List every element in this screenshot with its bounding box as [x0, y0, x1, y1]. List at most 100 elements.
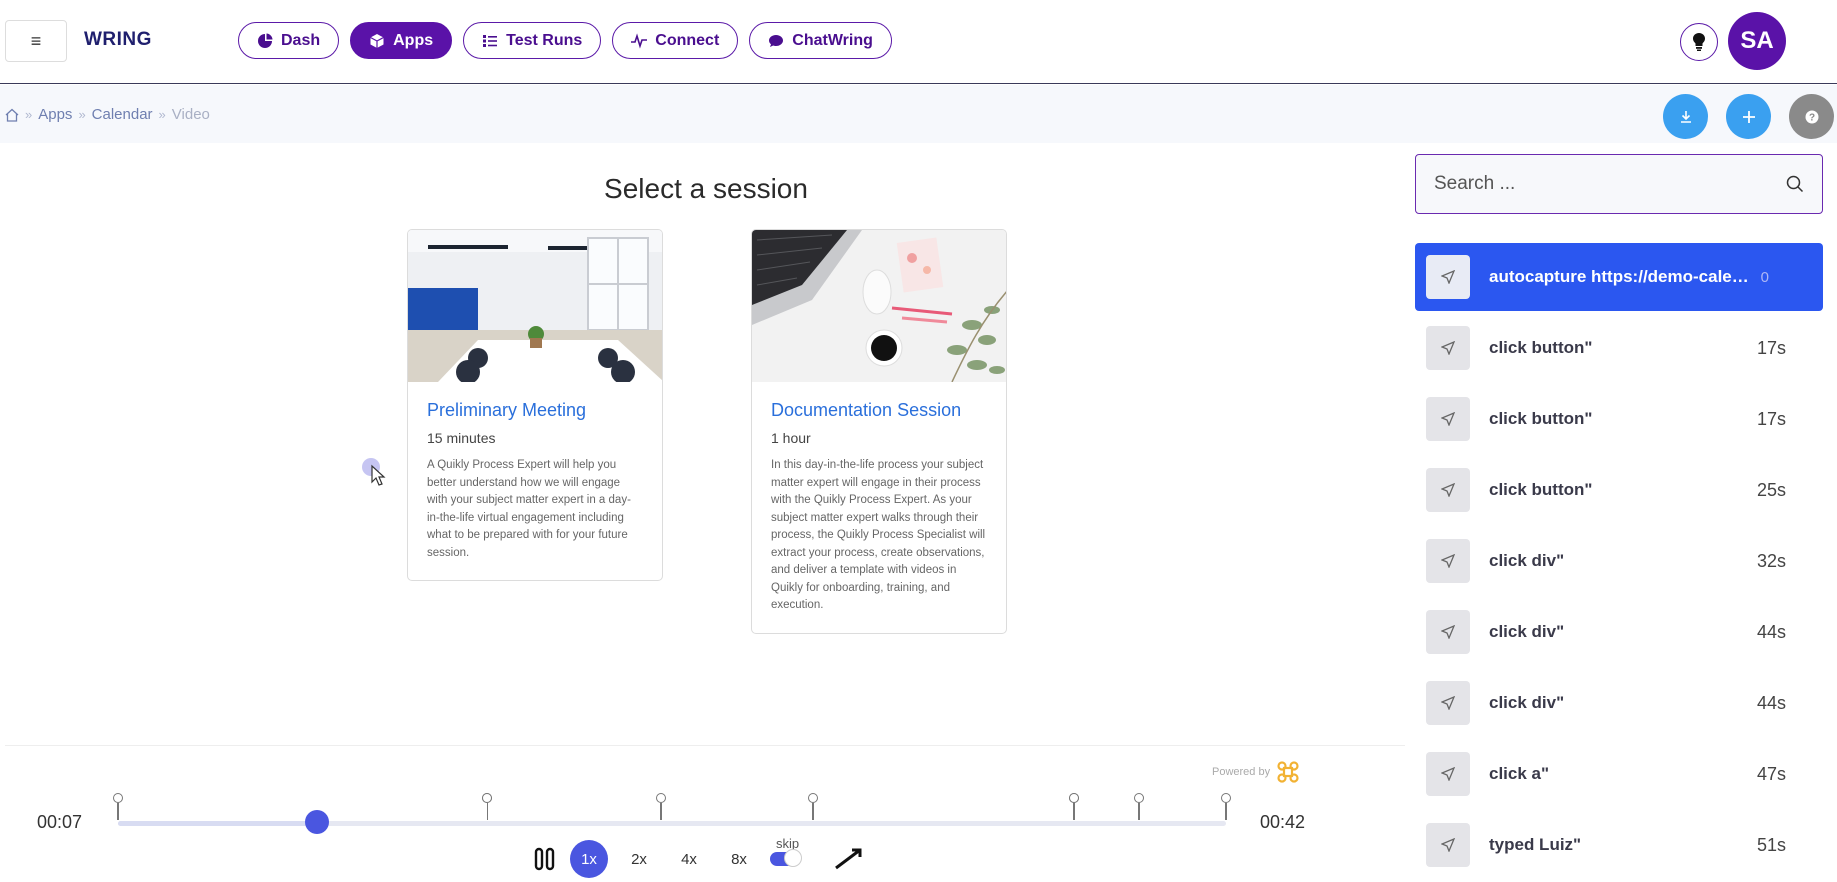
- event-label: click button": [1489, 338, 1593, 357]
- nav-label: Test Runs: [506, 31, 583, 49]
- timeline-progress: [118, 821, 318, 826]
- event-label: click div": [1489, 622, 1565, 641]
- nav-chatwring[interactable]: ChatWring: [749, 22, 892, 59]
- event-marker[interactable]: [113, 793, 123, 821]
- navigation-arrow-icon: [1426, 539, 1470, 583]
- recorded-cursor-icon: [362, 458, 392, 493]
- event-label: click div": [1489, 551, 1565, 570]
- event-item[interactable]: autocapture https://demo-calendar.wring.…: [1415, 243, 1823, 311]
- search-icon[interactable]: [1786, 175, 1804, 193]
- help-button[interactable]: ?: [1789, 94, 1834, 139]
- breadcrumb-calendar[interactable]: Calendar: [92, 106, 153, 123]
- powered-by: Powered by: [1212, 760, 1300, 784]
- breadcrumb-separator-icon: »: [25, 107, 33, 122]
- event-time: 44s: [1756, 621, 1786, 642]
- breadcrumb-video: Video: [171, 106, 210, 123]
- session-card-documentation[interactable]: Documentation Session 1 hour In this day…: [751, 229, 1007, 634]
- session-view: Select a session Preliminary Meeting 15 …: [5, 143, 1405, 866]
- lightbulb-icon: [1693, 33, 1705, 51]
- chat-bubble-icon: [769, 34, 784, 47]
- powered-by-label: Powered by: [1212, 766, 1271, 778]
- card-duration: 15 minutes: [427, 430, 496, 446]
- home-icon[interactable]: [5, 108, 19, 122]
- event-marker[interactable]: [808, 793, 819, 821]
- event-item[interactable]: click button" 17s: [1415, 314, 1823, 382]
- navigation-arrow-icon: [1426, 255, 1470, 299]
- event-time: 17s: [1756, 408, 1786, 429]
- brand-name[interactable]: WRING: [84, 29, 152, 51]
- nav-test-runs[interactable]: Test Runs: [463, 22, 602, 59]
- event-marker[interactable]: [1068, 793, 1079, 821]
- menu-toggle-button[interactable]: ≡: [5, 20, 67, 62]
- nav-label: ChatWring: [792, 31, 873, 49]
- breadcrumb-separator-icon: »: [78, 107, 86, 122]
- event-item[interactable]: click button" 17s: [1415, 385, 1823, 453]
- navigation-arrow-icon: [1426, 326, 1470, 370]
- event-label: click a": [1489, 764, 1550, 783]
- event-marker[interactable]: [656, 793, 667, 821]
- event-time: 44s: [1756, 692, 1786, 713]
- playback-controls: 1x 2x 4x 8x skip: [532, 836, 866, 878]
- tips-button[interactable]: [1680, 23, 1718, 61]
- event-marker[interactable]: [1221, 793, 1231, 821]
- card-description: In this day-in-the-life process your sub…: [771, 459, 986, 611]
- event-marker[interactable]: [1134, 793, 1145, 821]
- event-marker[interactable]: [482, 793, 493, 821]
- card-title[interactable]: Documentation Session: [771, 400, 987, 421]
- speed-2x[interactable]: 2x: [620, 840, 658, 878]
- search-input[interactable]: [1434, 173, 1786, 195]
- navigation-arrow-icon: [1426, 397, 1470, 441]
- session-card-preliminary[interactable]: Preliminary Meeting 15 minutes A Quikly …: [407, 229, 663, 581]
- skip-toggle[interactable]: [770, 849, 802, 867]
- nav-dash[interactable]: Dash: [238, 22, 340, 59]
- event-label: autocapture https://demo-calendar.wring.…: [1489, 267, 1755, 286]
- event-time: 25s: [1756, 479, 1786, 500]
- pause-icon[interactable]: [532, 846, 558, 872]
- event-item[interactable]: typed Luiz" 51s: [1415, 811, 1823, 879]
- event-item[interactable]: click button" 25s: [1415, 456, 1823, 524]
- speed-4x[interactable]: 4x: [670, 840, 708, 878]
- event-item[interactable]: click div" 44s: [1415, 669, 1823, 737]
- timeline-track[interactable]: [118, 821, 1226, 826]
- command-logo-icon: [1277, 761, 1299, 783]
- navigation-arrow-icon: [1426, 752, 1470, 796]
- event-label: click button": [1489, 409, 1593, 428]
- fullscreen-icon[interactable]: [830, 846, 866, 872]
- card-description: A Quikly Process Expert will help you be…: [427, 459, 631, 559]
- speed-1x[interactable]: 1x: [570, 840, 608, 878]
- desk-laptop-image: [752, 230, 1006, 382]
- player-divider: [5, 745, 1405, 746]
- download-icon: [1680, 110, 1691, 123]
- total-time: 00:42: [1260, 812, 1306, 832]
- user-avatar[interactable]: SA: [1728, 12, 1786, 70]
- nav-connect[interactable]: Connect: [612, 22, 739, 59]
- top-navbar: ≡ WRING Dash Apps Test Runs Connect Chat…: [0, 0, 1837, 84]
- event-item[interactable]: click div" 44s: [1415, 598, 1823, 666]
- event-label: typed Luiz": [1489, 835, 1582, 854]
- current-time: 00:07: [37, 812, 83, 832]
- event-time: 32s: [1756, 550, 1786, 571]
- add-button[interactable]: [1726, 94, 1771, 139]
- breadcrumb-apps[interactable]: Apps: [38, 106, 72, 123]
- hamburger-icon: ≡: [30, 30, 42, 51]
- navigation-arrow-icon: [1426, 681, 1470, 725]
- event-search: [1415, 154, 1823, 214]
- download-button[interactable]: [1663, 94, 1708, 139]
- page-title: Select a session: [604, 173, 808, 204]
- event-time: 0: [1760, 268, 1769, 286]
- skip-toggle-group: skip: [770, 836, 802, 867]
- event-time: 17s: [1756, 337, 1786, 358]
- navigation-arrow-icon: [1426, 610, 1470, 654]
- event-item[interactable]: click div" 32s: [1415, 527, 1823, 595]
- help-icon: ?: [1805, 110, 1818, 123]
- nav-apps[interactable]: Apps: [350, 22, 453, 59]
- pulse-icon: [631, 32, 648, 49]
- main-nav: Dash Apps Test Runs Connect ChatWring: [238, 22, 892, 59]
- event-label: click button": [1489, 480, 1593, 499]
- speed-8x[interactable]: 8x: [720, 840, 758, 878]
- plus-icon: [1742, 110, 1755, 123]
- cube-icon: [370, 33, 384, 48]
- card-title[interactable]: Preliminary Meeting: [427, 400, 643, 421]
- event-item[interactable]: click a" 47s: [1415, 740, 1823, 808]
- nav-label: Dash: [281, 31, 321, 49]
